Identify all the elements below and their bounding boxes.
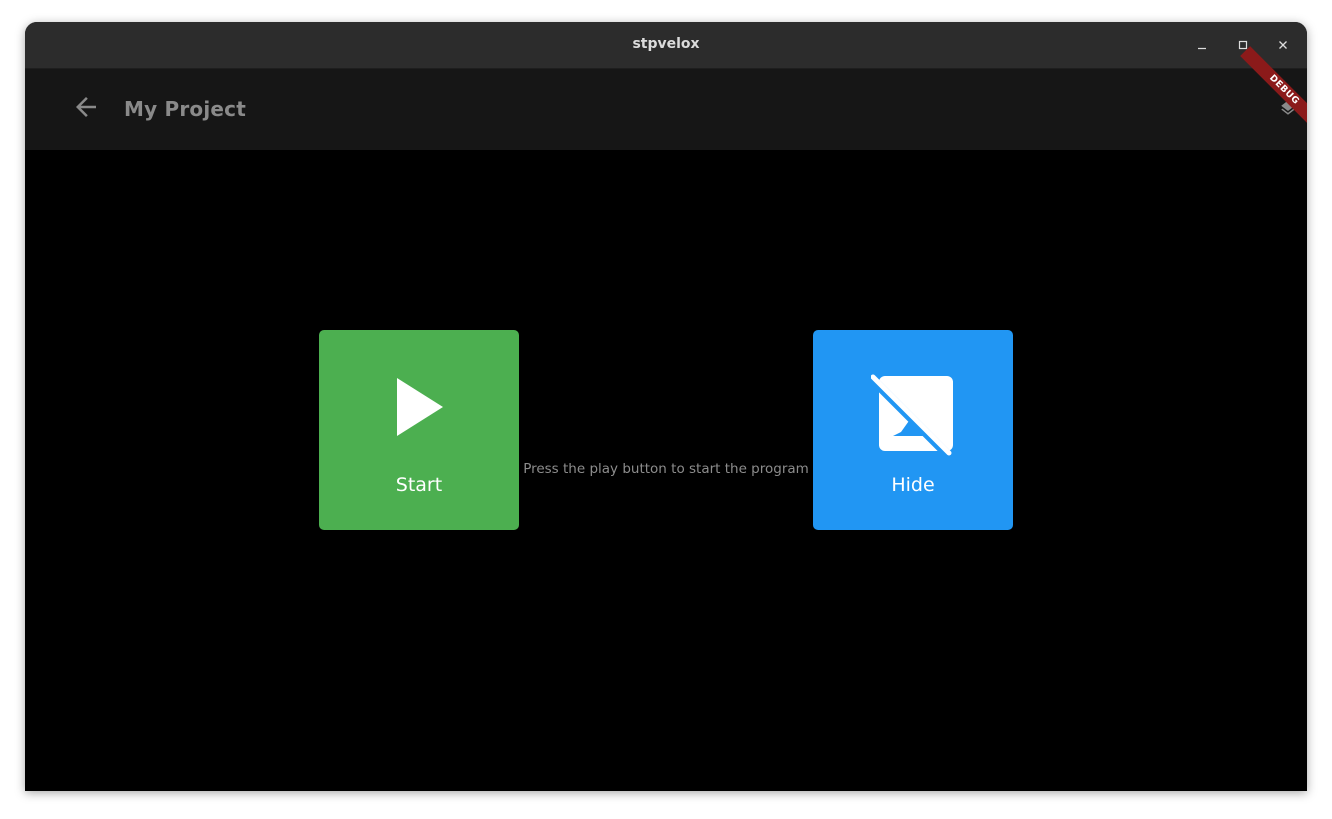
close-icon (1278, 40, 1288, 50)
app-bar: My Project DEBUG (25, 46, 1307, 150)
close-button[interactable] (1272, 34, 1294, 56)
main-content: Start Press the play button to start the… (25, 150, 1307, 791)
app-window: stpvelox My Project DEBUG Start Press th… (25, 22, 1307, 791)
page-title: My Project (124, 97, 246, 121)
window-title: stpvelox (632, 36, 700, 52)
play-icon (391, 374, 447, 444)
hint-text: Press the play button to start the progr… (523, 461, 809, 477)
minimize-icon (1197, 40, 1207, 50)
start-button[interactable]: Start (319, 330, 519, 530)
hide-button-label: Hide (891, 474, 935, 496)
start-button-label: Start (395, 474, 443, 496)
minimize-button[interactable] (1191, 34, 1213, 56)
window-titlebar[interactable]: stpvelox (25, 22, 1307, 69)
arrow-back-icon (71, 92, 101, 126)
hide-image-icon (869, 374, 955, 462)
hide-button[interactable]: Hide (813, 330, 1013, 530)
back-button[interactable] (66, 89, 106, 129)
